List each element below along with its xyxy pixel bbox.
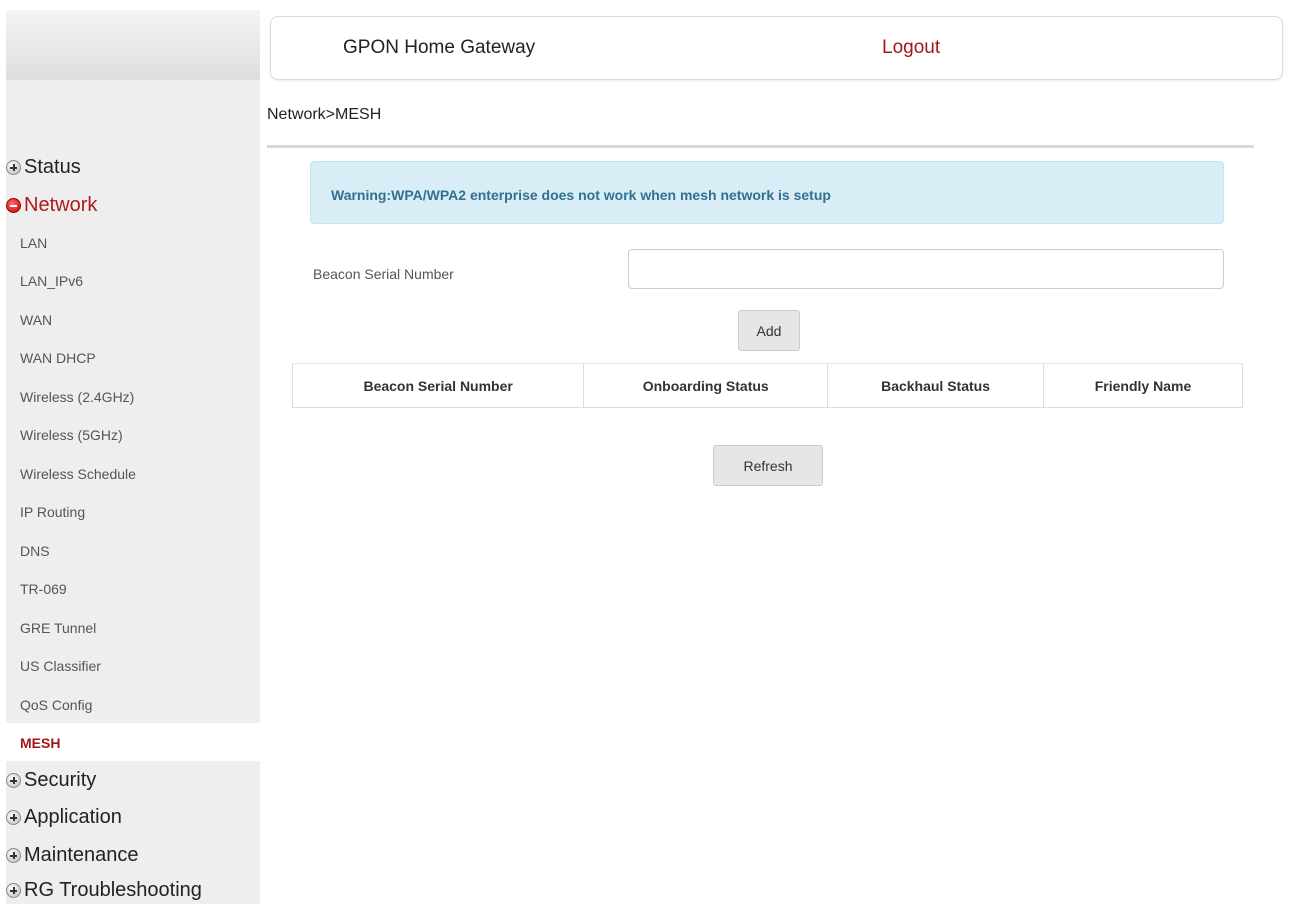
logo-area (6, 10, 260, 80)
sidebar-item-wireless-24ghz[interactable]: Wireless (2.4GHz) (20, 389, 134, 405)
sidebar-item-us-classifier[interactable]: US Classifier (20, 658, 101, 674)
sidebar-item-wireless-schedule[interactable]: Wireless Schedule (20, 466, 136, 482)
expand-plus-icon (6, 160, 21, 175)
warning-alert: Warning:WPA/WPA2 enterprise does not wor… (310, 161, 1224, 224)
sidebar-group-label: Maintenance (24, 844, 139, 866)
expand-plus-icon (6, 773, 21, 788)
column-header-onboarding-status: Onboarding Status (583, 363, 829, 408)
sidebar-group-network[interactable]: Network (6, 194, 97, 217)
beacon-serial-label: Beacon Serial Number (313, 266, 454, 282)
sidebar-item-dns[interactable]: DNS (20, 543, 50, 559)
breadcrumb: Network>MESH (267, 106, 382, 123)
sidebar-group-maintenance[interactable]: Maintenance (6, 844, 139, 867)
logout-link[interactable]: Logout (882, 37, 940, 59)
header-bar: GPON Home Gateway Logout (270, 16, 1283, 80)
sidebar-item-lan-ipv6[interactable]: LAN_IPv6 (20, 273, 83, 289)
beacon-table: Beacon Serial Number Onboarding Status B… (291, 363, 1243, 408)
sidebar-item-mesh[interactable]: MESH (20, 735, 60, 751)
refresh-button[interactable]: Refresh (713, 445, 823, 486)
sidebar-group-label: Security (24, 769, 97, 791)
collapse-minus-icon (6, 198, 21, 213)
sidebar-item-wan-dhcp[interactable]: WAN DHCP (20, 350, 96, 366)
column-header-beacon-serial: Beacon Serial Number (291, 363, 585, 408)
app-title: GPON Home Gateway (343, 37, 536, 58)
sidebar-group-application[interactable]: Application (6, 806, 122, 829)
sidebar-group-label: Status (24, 156, 81, 178)
table-header-row: Beacon Serial Number Onboarding Status B… (291, 363, 1243, 408)
sidebar-item-lan[interactable]: LAN (20, 235, 47, 251)
expand-plus-icon (6, 848, 21, 863)
beacon-serial-input[interactable] (628, 249, 1224, 289)
sidebar-item-ip-routing[interactable]: IP Routing (20, 504, 85, 520)
divider (267, 145, 1254, 148)
sidebar-group-label: RG Troubleshooting (24, 879, 202, 901)
expand-plus-icon (6, 883, 21, 898)
sidebar-group-label: Network (24, 194, 98, 216)
sidebar-item-wan[interactable]: WAN (20, 312, 52, 328)
sidebar-group-status[interactable]: Status (6, 156, 81, 179)
sidebar-item-wireless-5ghz[interactable]: Wireless (5GHz) (20, 427, 123, 443)
add-button[interactable]: Add (738, 310, 800, 351)
column-header-backhaul-status: Backhaul Status (827, 363, 1044, 408)
sidebar-group-rg-troubleshooting[interactable]: RG Troubleshooting (6, 879, 202, 902)
sidebar-group-security[interactable]: Security (6, 769, 96, 792)
sidebar-item-gre-tunnel[interactable]: GRE Tunnel (20, 620, 96, 636)
expand-plus-icon (6, 810, 21, 825)
column-header-friendly-name: Friendly Name (1043, 363, 1243, 408)
sidebar-group-label: Application (24, 806, 122, 828)
sidebar-item-qos-config[interactable]: QoS Config (20, 697, 92, 713)
sidebar-item-tr069[interactable]: TR-069 (20, 581, 67, 597)
